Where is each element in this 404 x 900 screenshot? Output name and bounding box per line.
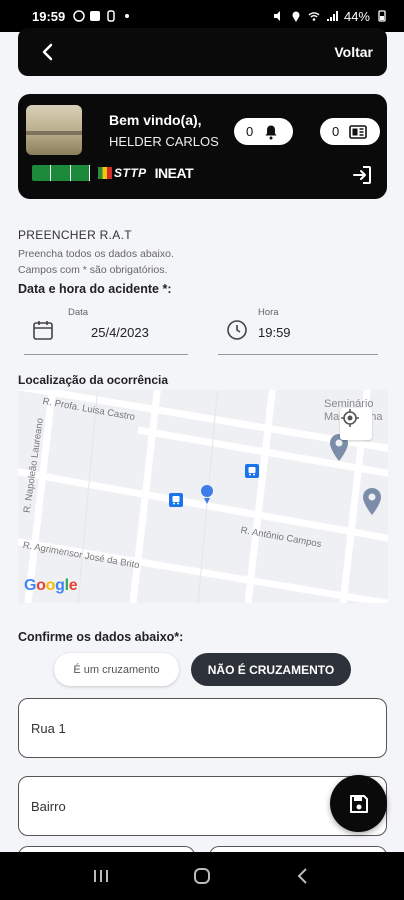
recent-apps-icon[interactable] — [91, 867, 111, 885]
floppy-disk-icon — [349, 794, 368, 813]
poi-pin-icon-2 — [363, 488, 381, 515]
welcome-text: Bem vindo(a), — [109, 112, 202, 128]
home-icon[interactable] — [192, 866, 212, 886]
mute-icon — [273, 11, 280, 21]
date-value: 25/4/2023 — [91, 325, 149, 340]
logout-icon[interactable] — [351, 164, 373, 186]
top-bar: Voltar — [18, 28, 387, 76]
my-location-button[interactable] — [340, 408, 372, 440]
whatsapp-icon — [73, 10, 85, 22]
sttp-logo: STTP — [98, 166, 147, 180]
date-field[interactable]: Data 25/4/2023 — [24, 305, 188, 355]
datetime-label: Data e hora do acidente *: — [18, 282, 172, 296]
back-button[interactable]: Voltar — [334, 44, 373, 60]
status-notification-icons — [73, 10, 133, 22]
current-location-marker — [201, 485, 213, 504]
time-field[interactable]: Hora 19:59 — [218, 305, 378, 355]
signal-icon — [326, 11, 338, 21]
location-label: Localização da ocorrência — [18, 373, 169, 387]
bell-icon — [265, 125, 277, 139]
ineat-logo: INEAT — [154, 165, 194, 181]
system-back-icon[interactable] — [293, 866, 313, 886]
messages-button[interactable]: 0 — [320, 118, 380, 145]
app-icon — [107, 10, 115, 22]
battery-icon — [378, 10, 386, 22]
notifications-count: 0 — [246, 124, 254, 139]
image-icon — [90, 11, 101, 21]
location-icon — [292, 11, 300, 22]
crosshair-icon — [341, 409, 359, 427]
newspaper-icon — [349, 124, 368, 139]
bus-stop-icon — [245, 464, 259, 478]
required-hint-text: Campos com * são obrigatórios. — [18, 264, 168, 276]
profile-card: Bem vindo(a), HELDER CARLOS 0 0 STTP INE… — [18, 94, 387, 199]
battery-percent: 44% — [343, 8, 370, 24]
system-nav-bar — [0, 852, 404, 900]
partner-logos: STTP INEAT — [32, 165, 194, 181]
calendar-icon — [33, 321, 53, 340]
notifications-button[interactable]: 0 — [234, 118, 293, 145]
time-value: 19:59 — [258, 325, 291, 340]
save-button[interactable] — [330, 775, 387, 832]
google-logo: Google — [24, 577, 78, 594]
section-title: PREENCHER R.A.T — [18, 228, 132, 242]
location-map[interactable]: R. Profa. Luisa Castro R. Napoleão Laure… — [18, 390, 388, 603]
messages-count: 0 — [332, 124, 340, 139]
avatar — [26, 105, 82, 155]
status-system-icons: 44% — [272, 9, 388, 24]
hint-text: Preencha todos os dados abaixo. — [18, 248, 174, 260]
crossing-option[interactable]: É um cruzamento — [54, 653, 179, 686]
time-label: Hora — [258, 307, 279, 318]
street-field[interactable]: Rua 1 — [18, 698, 387, 758]
dot-icon — [125, 14, 130, 18]
status-time: 19:59 — [32, 8, 66, 24]
user-name: HELDER CARLOS — [109, 134, 219, 149]
confirm-label: Confirme os dados abaixo*: — [18, 630, 184, 644]
not-crossing-option[interactable]: NÃO É CRUZAMENTO — [191, 653, 351, 686]
back-arrow-icon[interactable] — [38, 42, 58, 62]
government-logo — [32, 165, 90, 181]
clock-icon — [227, 320, 247, 340]
date-label: Data — [68, 307, 89, 318]
bus-stop-icon-2 — [169, 493, 183, 507]
wifi-icon — [308, 12, 320, 21]
